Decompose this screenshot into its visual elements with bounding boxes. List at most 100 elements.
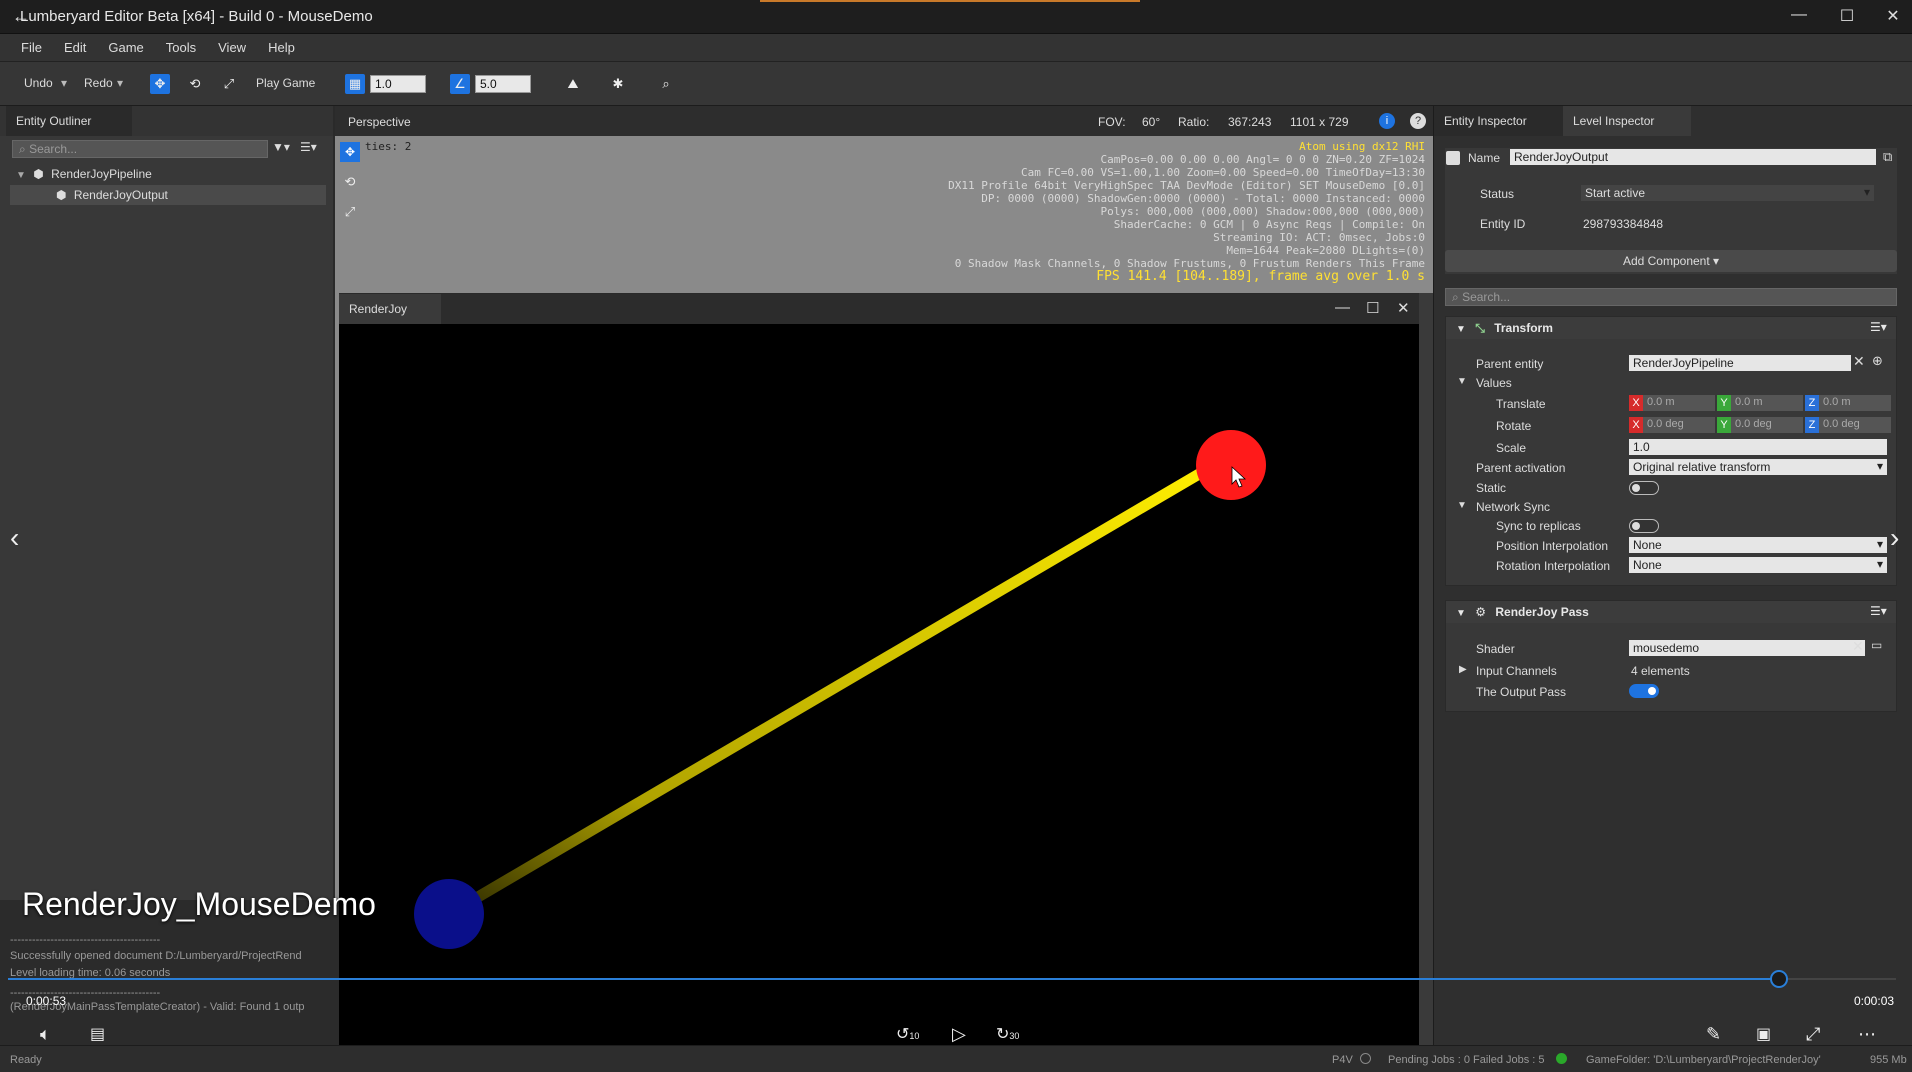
tab-entity-outliner[interactable]: Entity Outliner: [6, 106, 132, 136]
redo-dropdown-icon[interactable]: ▾: [117, 76, 123, 90]
info-icon[interactable]: i: [1379, 113, 1395, 129]
list-item[interactable]: ▼ ⬢ RenderJoyPipeline: [10, 164, 326, 184]
component-menu-icon[interactable]: ☰▾: [1870, 604, 1887, 618]
tab-entity-inspector[interactable]: Entity Inspector: [1434, 106, 1563, 136]
collapse-arrow-icon[interactable]: ▼: [1456, 324, 1466, 335]
status-dropdown[interactable]: Start active: [1581, 185, 1874, 201]
pin-icon[interactable]: ⧉: [1883, 149, 1892, 165]
menu-tools[interactable]: Tools: [155, 34, 207, 61]
parent-entity-field[interactable]: RenderJoyPipeline: [1629, 355, 1851, 371]
tab-level-inspector[interactable]: Level Inspector: [1563, 106, 1691, 136]
maximize-button[interactable]: ☐: [1832, 6, 1862, 26]
menu-help[interactable]: Help: [257, 34, 306, 61]
renderjoy-close-button[interactable]: ✕: [1397, 299, 1410, 317]
static-toggle[interactable]: [1629, 481, 1659, 495]
tab-renderjoy[interactable]: RenderJoy: [339, 294, 441, 324]
terrain-icon[interactable]: ⛰: [563, 74, 583, 94]
volume-icon[interactable]: 🔈︎: [40, 1024, 51, 1045]
fullscreen-icon[interactable]: ⤢: [1806, 1024, 1820, 1045]
rotate-tool-icon[interactable]: ⟲: [185, 74, 205, 94]
progress-handle[interactable]: [1769, 970, 1788, 988]
skip-forward-button[interactable]: ↻30: [996, 1024, 1019, 1044]
skip-back-button[interactable]: ↺10: [896, 1024, 919, 1044]
filter-icon[interactable]: ▼▾: [272, 140, 290, 154]
renderjoy-maximize-button[interactable]: ☐: [1366, 299, 1379, 317]
move-tool-icon[interactable]: ✥: [150, 74, 170, 94]
list-options-icon[interactable]: ☰▾: [300, 140, 317, 154]
output-pass-toggle[interactable]: [1629, 684, 1659, 698]
undo-dropdown-icon[interactable]: ▾: [61, 76, 67, 90]
collapse-arrow-icon[interactable]: ▼: [1456, 608, 1466, 619]
edit-pencil-icon[interactable]: ✎: [1706, 1024, 1721, 1045]
transform-header[interactable]: ▼ ⤡ Transform ☰▾: [1446, 317, 1896, 339]
input-channels-label: Input Channels: [1476, 664, 1557, 678]
scale-tool-icon[interactable]: ⤢: [219, 74, 239, 94]
entity-enable-checkbox[interactable]: [1446, 151, 1460, 165]
translate-x-field[interactable]: X 0.0 m: [1629, 395, 1715, 411]
undo-button[interactable]: Undo: [24, 76, 53, 90]
fov-value[interactable]: 60°: [1142, 115, 1160, 129]
miniplayer-icon[interactable]: ▣: [1756, 1024, 1771, 1044]
translate-y-value: 0.0 m: [1735, 396, 1763, 408]
ratio-value[interactable]: 367:243: [1228, 115, 1271, 129]
help-icon[interactable]: ?: [1410, 113, 1426, 129]
rotate-y-value: 0.0 deg: [1735, 418, 1772, 430]
minimize-button[interactable]: —: [1784, 6, 1814, 24]
entity-name-field[interactable]: RenderJoyOutput: [1510, 149, 1876, 165]
input-channels-expand-icon[interactable]: ▶: [1459, 664, 1467, 675]
parent-activation-dropdown[interactable]: Original relative transform: [1629, 459, 1887, 475]
grid-snap-icon[interactable]: ▦: [345, 74, 365, 94]
grid-size-field[interactable]: 1.0: [370, 75, 426, 93]
debug-bug-icon[interactable]: ✱: [608, 74, 628, 94]
translate-z-field[interactable]: Z 0.0 m: [1805, 395, 1891, 411]
menu-view[interactable]: View: [207, 34, 257, 61]
rotate-x-field[interactable]: X 0.0 deg: [1629, 417, 1715, 433]
folder-icon[interactable]: ▭: [1871, 638, 1882, 652]
list-item[interactable]: ⬢ RenderJoyOutput: [10, 185, 326, 205]
renderjoy-minimize-button[interactable]: —: [1335, 299, 1350, 316]
viewport-move-icon[interactable]: ✥: [340, 142, 360, 162]
more-options-icon[interactable]: ⋯: [1858, 1024, 1876, 1045]
add-component-button[interactable]: Add Component ▾: [1445, 250, 1897, 272]
clear-parent-icon[interactable]: ✕: [1853, 353, 1865, 370]
close-window-button[interactable]: ✕: [1878, 6, 1908, 26]
red-ball[interactable]: [1196, 430, 1266, 500]
angle-snap-icon[interactable]: ∠: [450, 74, 470, 94]
angle-size-field[interactable]: 5.0: [475, 75, 531, 93]
network-sync-expand-icon[interactable]: ▼: [1457, 500, 1467, 511]
component-menu-icon[interactable]: ☰▾: [1870, 320, 1887, 334]
rotate-z-field[interactable]: Z 0.0 deg: [1805, 417, 1891, 433]
target-picker-icon[interactable]: ⊕: [1872, 353, 1883, 369]
redo-button[interactable]: Redo: [84, 76, 113, 90]
renderjoy-window[interactable]: RenderJoy — ☐ ✕: [339, 294, 1419, 1046]
debug-line: Mem=1644 Peak=2080 DLights=(0): [1226, 244, 1425, 257]
tab-perspective[interactable]: Perspective: [348, 115, 411, 129]
values-expand-icon[interactable]: ▼: [1457, 376, 1467, 387]
rotation-interpolation-dropdown[interactable]: None: [1629, 557, 1887, 573]
next-arrow-icon[interactable]: ›: [1890, 522, 1899, 554]
menu-game[interactable]: Game: [97, 34, 154, 61]
resolution-value[interactable]: 1101 x 729: [1290, 115, 1349, 129]
component-search-input[interactable]: ⌕ Search...: [1445, 288, 1897, 306]
outliner-search-input[interactable]: ⌕ Search...: [12, 140, 268, 158]
menu-edit[interactable]: Edit: [53, 34, 97, 61]
clear-shader-icon[interactable]: ✕: [1852, 638, 1864, 655]
p4v-status[interactable]: P4V: [1332, 1054, 1353, 1066]
captions-icon[interactable]: ▤: [90, 1024, 105, 1044]
position-interpolation-dropdown[interactable]: None: [1629, 537, 1887, 553]
shader-field[interactable]: mousedemo: [1629, 640, 1865, 656]
play-game-button[interactable]: Play Game: [256, 76, 315, 90]
rotate-y-field[interactable]: Y 0.0 deg: [1717, 417, 1803, 433]
zoom-icon[interactable]: ⌕: [656, 74, 676, 94]
viewport-rotate-icon[interactable]: ⟲: [340, 172, 360, 192]
renderjoy-canvas[interactable]: [339, 324, 1419, 1046]
viewport-scale-icon[interactable]: ⤢: [340, 202, 360, 222]
scale-field[interactable]: 1.0: [1629, 439, 1887, 455]
menu-file[interactable]: File: [10, 34, 53, 61]
previous-arrow-icon[interactable]: ‹: [10, 522, 19, 554]
translate-y-field[interactable]: Y 0.0 m: [1717, 395, 1803, 411]
expand-arrow-icon[interactable]: ▼: [16, 170, 26, 181]
sync-replicas-toggle[interactable]: [1629, 519, 1659, 533]
play-button[interactable]: ▷: [952, 1024, 966, 1045]
renderjoy-pass-header[interactable]: ▼ ⚙ RenderJoy Pass ☰▾: [1446, 601, 1896, 623]
